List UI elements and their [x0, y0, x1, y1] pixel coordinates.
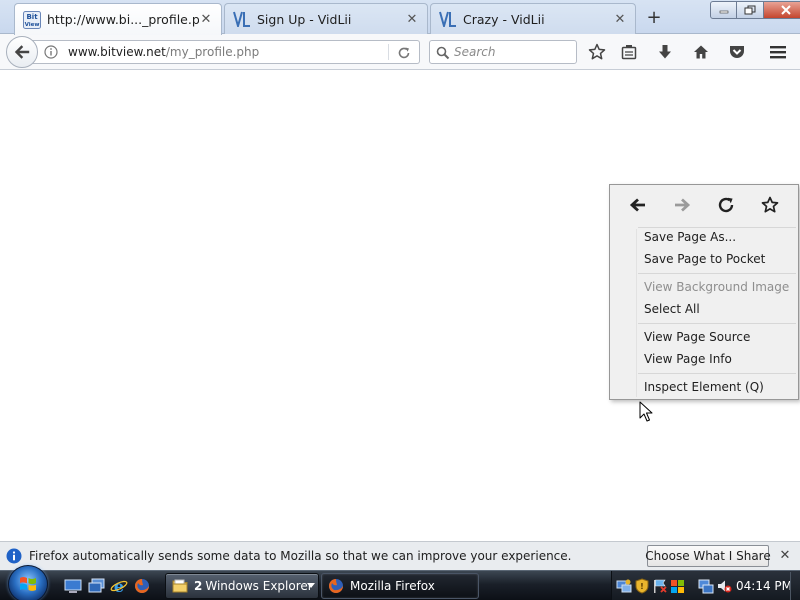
action-flag-icon[interactable] [652, 578, 668, 594]
show-desktop-icon[interactable] [64, 578, 82, 594]
menu-item-view-background-image: View Background Image [644, 280, 790, 294]
chevron-down-icon [307, 583, 315, 588]
notification-text: Firefox automatically sends some data to… [29, 549, 572, 563]
menu-separator [638, 273, 796, 274]
menu-separator [638, 323, 796, 324]
notification-bar: Firefox automatically sends some data to… [0, 541, 800, 570]
menu-separator [638, 373, 796, 374]
tab-title: http://www.bi..._profile.php [47, 12, 199, 27]
taskbar-button-windows-explorer[interactable]: 2 Windows Explorer [165, 573, 319, 599]
network-status-icon[interactable] [616, 578, 632, 594]
taskbar-button-firefox[interactable]: Mozilla Firefox [321, 573, 479, 599]
menu-item-save-to-pocket[interactable]: Save Page to Pocket [612, 249, 796, 269]
switch-windows-icon[interactable] [88, 578, 106, 594]
hamburger-menu-icon[interactable] [768, 42, 788, 62]
folder-icon [172, 578, 188, 594]
home-icon[interactable] [691, 42, 711, 62]
menu-item-view-page-source[interactable]: View Page Source [612, 327, 796, 347]
url-divider [388, 44, 389, 60]
svg-text:Bit: Bit [26, 13, 38, 21]
info-icon[interactable] [44, 45, 58, 59]
tab-bitview-profile[interactable]: Bit View http://www.bi..._profile.php ✕ [14, 3, 222, 35]
network-icon[interactable] [698, 578, 714, 594]
menu-item-select-all[interactable]: Select All [612, 299, 796, 319]
navigation-toolbar: www.bitview.net/my_profile.php [0, 34, 800, 70]
search-bar[interactable] [429, 40, 577, 64]
url-bar[interactable]: www.bitview.net/my_profile.php [30, 40, 420, 64]
reload-icon[interactable] [712, 191, 740, 219]
svg-text:!: ! [640, 582, 644, 591]
bitview-icon: Bit View [23, 10, 41, 29]
back-arrow-icon [14, 45, 30, 59]
start-button[interactable] [8, 565, 48, 600]
close-icon [780, 5, 791, 15]
close-icon[interactable]: ✕ [199, 13, 213, 27]
back-button[interactable] [6, 36, 38, 68]
info-icon [6, 548, 22, 564]
url-path: /my_profile.php [165, 45, 260, 59]
firefox-icon [328, 578, 344, 594]
tab-strip: Bit View http://www.bi..._profile.php ✕ … [0, 0, 800, 35]
bookmark-star-icon[interactable] [587, 42, 607, 62]
tab-vidlii-signup[interactable]: Sign Up - VidLii ✕ [224, 3, 428, 34]
clock[interactable]: 04:14 PM [736, 579, 792, 593]
show-desktop-button[interactable] [790, 572, 800, 600]
windows-logo-icon [20, 577, 36, 591]
url-host: www.bitview.net [68, 45, 166, 59]
menu-item-view-page-info[interactable]: View Page Info [612, 349, 796, 369]
tab-vidlii-crazy[interactable]: Crazy - VidLii ✕ [430, 3, 636, 34]
windows-update-icon[interactable] [670, 578, 686, 594]
window-count: 2 [194, 579, 203, 593]
choose-what-i-share-button[interactable]: Choose What I Share [645, 545, 771, 567]
pocket-icon[interactable] [727, 42, 747, 62]
url-text[interactable]: www.bitview.net/my_profile.php [68, 45, 259, 59]
window-controls [710, 1, 800, 19]
menu-item-inspect-element[interactable]: Inspect Element (Q) [612, 377, 796, 397]
taskbar-label: Mozilla Firefox [350, 579, 435, 593]
menu-item-save-page-as[interactable]: Save Page As... [612, 227, 796, 247]
taskbar: e 2 Windows Explorer Mozilla Firefox ! 0… [0, 565, 800, 600]
reload-icon[interactable] [395, 44, 413, 62]
security-shield-icon[interactable]: ! [634, 578, 650, 594]
bookmark-star-icon[interactable] [756, 191, 784, 219]
close-icon[interactable]: ✕ [613, 12, 627, 26]
context-menu-navigation [610, 185, 798, 225]
close-icon[interactable]: ✕ [405, 12, 419, 26]
maximize-button[interactable] [737, 1, 764, 19]
context-menu: Save Page As... Save Page to Pocket View… [609, 184, 799, 400]
restore-icon [744, 5, 756, 15]
search-icon [435, 45, 451, 61]
vidlii-icon [439, 10, 457, 28]
vidlii-icon [233, 10, 251, 28]
firefox-icon[interactable] [133, 578, 151, 594]
volume-muted-icon[interactable] [716, 578, 732, 594]
forward-arrow-icon [668, 191, 696, 219]
search-input[interactable] [454, 44, 572, 60]
download-icon[interactable] [655, 42, 675, 62]
internet-explorer-icon[interactable]: e [110, 578, 128, 594]
tab-title: Crazy - VidLii [463, 11, 545, 27]
svg-text:View: View [25, 22, 40, 28]
reading-list-icon[interactable] [619, 42, 639, 62]
close-icon[interactable]: ✕ [778, 548, 792, 563]
new-tab-button[interactable]: + [642, 6, 666, 28]
mouse-cursor-icon [639, 401, 653, 422]
window-close-button[interactable] [764, 1, 800, 19]
taskbar-label: Windows Explorer [205, 579, 313, 593]
svg-text:e: e [114, 578, 124, 594]
system-tray: ! 04:14 PM [611, 571, 800, 600]
minimize-button[interactable] [710, 1, 737, 19]
tab-title: Sign Up - VidLii [257, 11, 352, 27]
minimize-icon [719, 10, 728, 14]
back-arrow-icon[interactable] [624, 191, 652, 219]
